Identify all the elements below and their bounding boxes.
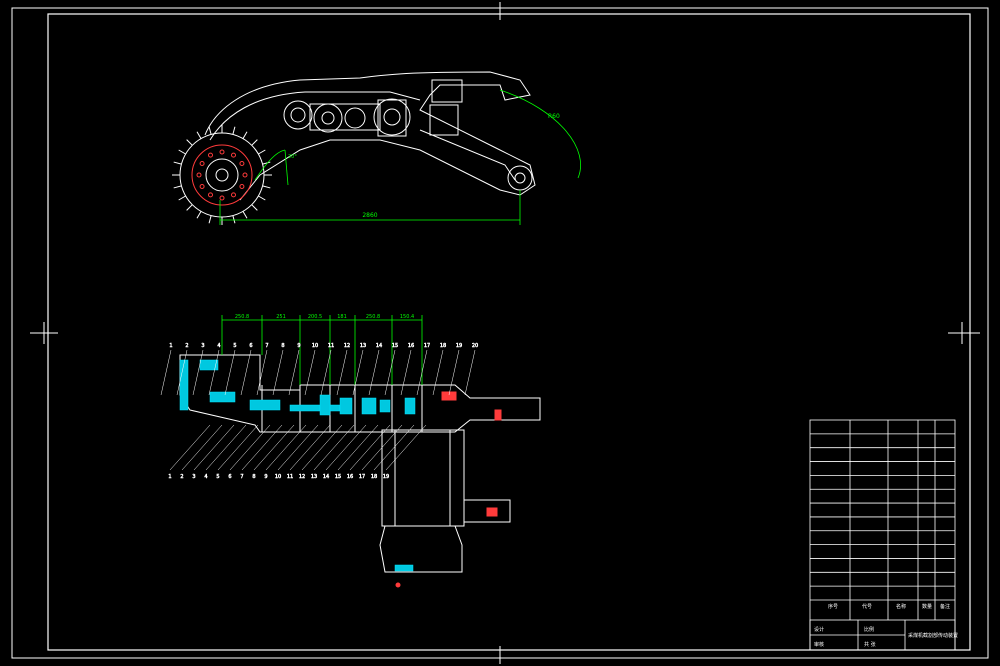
- angle-dimension: 20°: [288, 154, 297, 160]
- part-number-top: 10: [312, 343, 318, 349]
- radius-dimension: R60: [548, 113, 560, 120]
- part-number-bottom: 2: [180, 474, 183, 480]
- dim-seg-3: 200.5: [308, 314, 322, 320]
- part-number-top: 4: [217, 343, 220, 349]
- part-number-top: 20: [472, 343, 478, 349]
- part-number-bottom: 3: [192, 474, 195, 480]
- part-number-bottom: 1: [168, 474, 171, 480]
- part-number-top: 12: [344, 343, 350, 349]
- part-number-bottom: 6: [228, 474, 231, 480]
- part-number-bottom: 8: [252, 474, 255, 480]
- part-number-top: 14: [376, 343, 382, 349]
- part-number-bottom: 9: [264, 474, 267, 480]
- cad-drawing-canvas: 2860 R60 20° 250.8 251 200.5 181 250.8 1…: [0, 0, 1000, 666]
- dim-seg-6: 150.4: [400, 314, 414, 320]
- tb-sheet: 共 张: [864, 641, 876, 648]
- part-number-top: 15: [392, 343, 398, 349]
- dim-seg-2: 251: [276, 314, 286, 320]
- tb-scale: 比例: [864, 626, 874, 633]
- part-number-bottom: 15: [335, 474, 341, 480]
- tb-designer: 设计: [814, 626, 824, 633]
- part-number-top: 19: [456, 343, 462, 349]
- part-number-top: 9: [297, 343, 300, 349]
- part-number-top: 2: [185, 343, 188, 349]
- tb-drawing-title: 采煤机截割部传动装置: [908, 632, 958, 639]
- dim-seg-5: 250.8: [366, 314, 380, 320]
- part-number-bottom: 11: [287, 474, 293, 480]
- part-number-bottom: 4: [204, 474, 207, 480]
- part-number-top: 17: [424, 343, 430, 349]
- part-number-top: 1: [169, 343, 172, 349]
- dim-seg-4: 181: [337, 314, 347, 320]
- part-number-top: 7: [265, 343, 268, 349]
- part-number-top: 5: [233, 343, 236, 349]
- part-number-bottom: 5: [216, 474, 219, 480]
- part-number-bottom: 18: [371, 474, 377, 480]
- part-number-bottom: 14: [323, 474, 329, 480]
- tb-header-seq: 序号: [828, 603, 838, 610]
- tb-header-name: 名称: [896, 603, 906, 610]
- part-number-top: 18: [440, 343, 446, 349]
- part-number-bottom: 13: [311, 474, 317, 480]
- part-number-top: 16: [408, 343, 414, 349]
- overall-width-dimension: 2860: [362, 212, 377, 219]
- part-number-top: 13: [360, 343, 366, 349]
- tb-header-code: 代号: [862, 603, 872, 610]
- part-number-top: 11: [328, 343, 334, 349]
- part-number-top: 3: [201, 343, 204, 349]
- part-number-bottom: 19: [383, 474, 389, 480]
- part-number-bottom: 10: [275, 474, 281, 480]
- part-number-bottom: 16: [347, 474, 353, 480]
- part-number-bottom: 12: [299, 474, 305, 480]
- dim-seg-1: 250.8: [235, 314, 249, 320]
- part-number-bottom: 17: [359, 474, 365, 480]
- tb-header-note: 备注: [940, 603, 950, 610]
- part-number-top: 8: [281, 343, 284, 349]
- part-number-bottom: 7: [240, 474, 243, 480]
- part-number-top: 6: [249, 343, 252, 349]
- tb-header-qty: 数量: [922, 603, 932, 610]
- tb-checker: 审核: [814, 641, 824, 648]
